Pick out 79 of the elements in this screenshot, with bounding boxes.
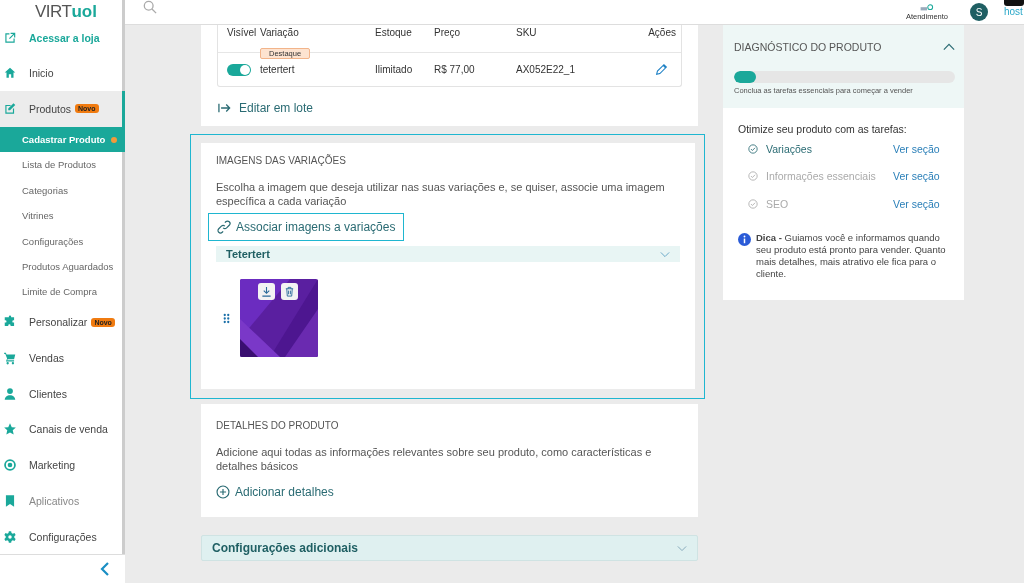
batch-edit-link[interactable]: Editar em lote (217, 101, 314, 115)
additional-settings-accordion[interactable]: Configurações adicionais (201, 535, 698, 561)
sidebar-item[interactable]: Aplicativos (0, 483, 122, 519)
table-cell: tetertert (260, 64, 295, 75)
column-header: Preço (434, 27, 462, 38)
link-icon (217, 220, 231, 234)
home-icon (3, 66, 17, 81)
view-section-link[interactable]: Ver seção (893, 142, 940, 155)
trash-icon (284, 286, 295, 297)
submenu-item[interactable]: Lista de Produtos (0, 152, 122, 178)
person-icon (3, 386, 17, 401)
submenu-item[interactable]: Limite de Compra (0, 279, 122, 305)
table-cell-text: R$ 77,00 (434, 64, 476, 75)
column-header: Ações (647, 27, 676, 38)
panel-title: DIAGNÓSTICO DO PRODUTO (734, 41, 882, 53)
target-icon (3, 458, 17, 473)
plus-circle-icon (216, 485, 230, 499)
submenu-item[interactable]: Configurações (0, 228, 122, 254)
tip-text: Dica - Guiamos você e informamos quando seu produto está pronto para vender. Quanto mais detalhes, mais atrativo ele fica para o cliente. (756, 231, 947, 280)
variation-accordion[interactable]: Tetertert (216, 246, 680, 262)
submenu-item[interactable]: Vitrines (0, 203, 122, 229)
cart-icon (3, 351, 17, 366)
submenu-item[interactable]: Produtos Aguardados (0, 253, 122, 280)
add-details-button[interactable]: Adicionar detalhes (216, 485, 334, 499)
section-description: Adicione aqui todas as informações relevantes sobre seu produto, como características e detalhes básicos (216, 445, 653, 473)
drag-handle-icon[interactable] (223, 312, 230, 324)
associate-images-button[interactable]: Associar imagens a variações (208, 213, 405, 241)
chevron-icon[interactable] (943, 43, 955, 51)
download-icon (261, 286, 272, 297)
edit-icon (3, 101, 17, 116)
sidebar-item[interactable]: Canais de venda (0, 411, 122, 448)
delete-button[interactable] (281, 283, 298, 300)
task-label: SEO (766, 197, 790, 210)
sidebar-item[interactable]: Configurações (0, 518, 122, 555)
column-header: Variação (260, 27, 300, 38)
table-cell-text: Ilimitado (375, 64, 414, 75)
sidebar-item-label: Configurações (29, 530, 97, 543)
avatar[interactable]: S (970, 3, 988, 21)
external-link-icon (3, 30, 17, 45)
view-section-link[interactable]: Ver seção (893, 197, 940, 210)
chevron-down-icon (677, 544, 687, 552)
partner-logo: host (1004, 0, 1024, 18)
bookmark-icon (3, 493, 17, 508)
sidebar-item[interactable]: Marketing (0, 447, 122, 483)
sidebar-item-label: Acessar a loja (29, 31, 100, 44)
download-button[interactable] (258, 283, 275, 300)
sidebar-item-label: Clientes (29, 387, 67, 400)
sidebar-item[interactable]: Inicio (0, 55, 122, 92)
section-description: Escolha a imagem que deseja utilizar nas suas variações e, se quiser, associe uma imagem específica a cada variação (216, 180, 666, 208)
star-icon (3, 422, 17, 437)
sidebar-item-label: Produtos (29, 102, 72, 115)
chevron-down-icon (660, 250, 670, 258)
task-label: Informações essenciais (766, 170, 877, 183)
edit-icon[interactable] (655, 63, 668, 76)
sidebar-item-label: Inicio (29, 67, 54, 80)
arrow-right-icon (217, 102, 232, 114)
column-header: SKU (516, 27, 538, 38)
sidebar-item-label: Personalizar (29, 316, 88, 329)
table-cell-text: AX052E22_1 (516, 64, 576, 75)
column-header: Estoque (375, 27, 413, 38)
sidebar-item-label: Marketing (29, 459, 76, 472)
info-icon (738, 232, 751, 246)
visibility-toggle[interactable] (227, 63, 251, 76)
submenu-item[interactable]: Categorias (0, 177, 122, 203)
sidebar-item-label: Aplicativos (29, 494, 80, 507)
chevron-left-icon[interactable] (99, 561, 111, 578)
logo[interactable]: VIRTuol (0, 0, 122, 20)
gear-icon (3, 529, 17, 544)
section-title: DETALHES DO PRODUTO (216, 420, 340, 431)
search-icon[interactable] (143, 0, 157, 14)
view-section-link[interactable]: Ver seção (893, 170, 940, 183)
sidebar-item[interactable]: Clientes (0, 375, 122, 412)
sidebar-item-label: Canais de venda (29, 423, 108, 436)
sidebar-item[interactable]: Vendas (0, 340, 122, 376)
tasks-intro: Otimize seu produto com as tarefas: (738, 123, 908, 135)
task-label: Variações (766, 142, 813, 155)
section-title: IMAGENS DAS VARIAÇÕES (216, 155, 347, 166)
column-header: Visível (226, 27, 258, 38)
sidebar-item-label: Vendas (29, 352, 65, 365)
